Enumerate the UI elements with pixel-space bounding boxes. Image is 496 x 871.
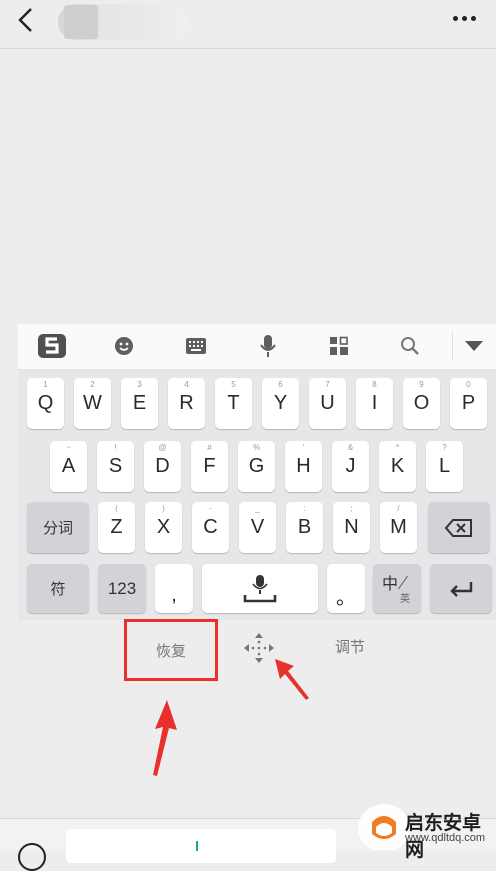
key-u[interactable]: 7U <box>309 378 346 429</box>
annotation-arrow-up <box>153 700 177 776</box>
key-d[interactable]: @ D <box>144 441 181 492</box>
key-e[interactable]: 3E <box>121 378 158 429</box>
key-q[interactable]: 1Q <box>27 378 64 429</box>
emoji-icon[interactable] <box>106 330 142 362</box>
key-i[interactable]: 8I <box>356 378 393 429</box>
blurred-avatar <box>64 5 98 39</box>
move-keyboard-handle[interactable] <box>242 631 276 665</box>
restore-button[interactable]: 恢复 <box>124 619 218 681</box>
key-p[interactable]: 0P <box>450 378 487 429</box>
message-input[interactable] <box>66 829 336 863</box>
key-t[interactable]: 5T <box>215 378 252 429</box>
space-key[interactable] <box>202 564 318 613</box>
annotation-arrow-diagonal <box>275 659 309 700</box>
key-n[interactable]: ; N <box>333 502 370 553</box>
key-o[interactable]: 9O <box>403 378 440 429</box>
key-c[interactable]: -C <box>192 502 229 553</box>
chevron-left-icon <box>18 8 32 32</box>
sogou-logo-icon[interactable] <box>34 330 70 362</box>
enter-key[interactable] <box>430 564 492 613</box>
comma-key[interactable]: , <box>155 564 193 613</box>
key-j[interactable]: & J <box>332 441 369 492</box>
keyboard-layout-icon[interactable] <box>178 330 214 362</box>
back-button[interactable] <box>12 6 40 34</box>
key-w[interactable]: 2W <box>74 378 111 429</box>
keyboard-toolbar <box>18 324 496 370</box>
more-button[interactable] <box>444 6 484 30</box>
split-word-key[interactable]: 分词 <box>27 502 89 553</box>
adjust-button[interactable]: 调节 <box>320 633 380 659</box>
key-z[interactable]: (Z <box>98 502 135 553</box>
key-s[interactable]: ! S <box>97 441 134 492</box>
backspace-icon <box>444 518 472 537</box>
key-v[interactable]: _ V <box>239 502 276 553</box>
key-x[interactable]: ) X <box>145 502 182 553</box>
move-arrows-icon <box>244 633 274 663</box>
collapse-keyboard-icon[interactable] <box>456 330 492 362</box>
apps-grid-icon[interactable] <box>321 330 357 362</box>
voice-toggle-icon[interactable] <box>18 843 46 871</box>
key-y[interactable]: 6Y <box>262 378 299 429</box>
search-icon[interactable] <box>392 330 428 362</box>
key-l[interactable]: ? L <box>426 441 463 492</box>
language-switch-key[interactable]: 中 英 <box>373 564 421 613</box>
key-f[interactable]: # F <box>191 441 228 492</box>
backspace-key[interactable] <box>428 502 490 553</box>
key-g[interactable]: % G <box>238 441 275 492</box>
toolbar-divider <box>452 332 453 360</box>
microphone-icon[interactable] <box>250 330 286 362</box>
key-m[interactable]: / M <box>380 502 417 553</box>
lang-divider <box>398 575 408 590</box>
key-a[interactable]: ~ A <box>50 441 87 492</box>
enter-icon <box>450 581 473 597</box>
key-r[interactable]: 4R <box>168 378 205 429</box>
top-bar <box>0 0 496 49</box>
number-key[interactable]: 123 <box>98 564 146 613</box>
key-h[interactable]: ' H <box>285 441 322 492</box>
lang-main-label: 中 <box>382 574 399 593</box>
key-k[interactable]: * K <box>379 441 416 492</box>
watermark-url: www.qdltdq.com <box>405 832 486 844</box>
key-b[interactable]: :B <box>286 502 323 553</box>
period-key[interactable]: 。 <box>327 564 365 613</box>
space-voice-icon <box>243 574 277 602</box>
sogou-keyboard: 1Q 2W 3E 4R 5T 6Y 7U 8I 9O 0P ~ A ! S @ D #… <box>18 324 496 620</box>
lang-sub-label: 英 <box>400 594 410 605</box>
symbol-key[interactable]: 符 <box>27 564 89 613</box>
